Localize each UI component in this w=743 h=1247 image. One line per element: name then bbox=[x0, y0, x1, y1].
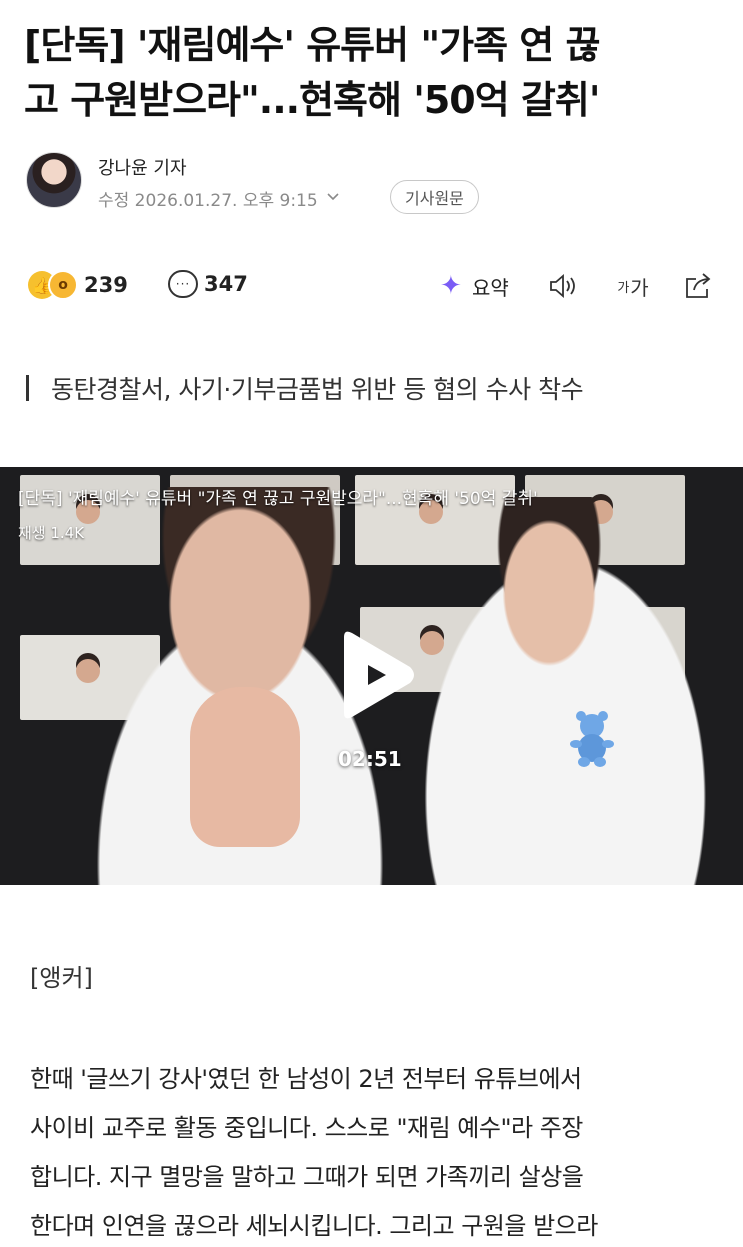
headline-line-1: [단독] '재림예수' 유튜버 "가족 연 끊 bbox=[24, 23, 600, 67]
font-size-small-label: 가 bbox=[617, 280, 630, 296]
comment-icon: ··· bbox=[168, 270, 198, 298]
article-headline: [단독] '재림예수' 유튜버 "가족 연 끊 고 구원받으라"...현혹해 '… bbox=[24, 18, 724, 128]
subheadline-bar bbox=[26, 375, 29, 401]
play-icon[interactable] bbox=[334, 629, 416, 721]
video-player[interactable]: [단독] '재림예수' 유튜버 "가족 연 끊고 구원받으라"...현혹해 '5… bbox=[0, 467, 743, 885]
headline-line-2: 고 구원받으라"...현혹해 '50억 갈취' bbox=[24, 78, 600, 122]
teddy-bear-icon bbox=[570, 711, 614, 767]
font-size-button[interactable]: 가가 bbox=[612, 270, 654, 302]
comment-count: 347 bbox=[204, 272, 248, 296]
body-line: 한다며 인연을 끊으라 세뇌시킵니다. 그리고 구원을 받으라 bbox=[30, 1212, 598, 1240]
video-view-count: 재생 1.4K bbox=[18, 524, 85, 542]
font-size-large-label: 가 bbox=[630, 275, 649, 300]
share-icon[interactable] bbox=[680, 270, 716, 302]
reporter-avatar[interactable] bbox=[26, 152, 82, 208]
anchor-label: [앵커] bbox=[30, 964, 93, 992]
reaction-button[interactable]: 👍 o 239 bbox=[28, 270, 128, 300]
reporter-name[interactable]: 강나윤 기자 bbox=[98, 154, 187, 180]
byline: 강나윤 기자 수정 2026.01.27. 오후 9:15 기사원문 bbox=[26, 152, 716, 214]
body-line: 합니다. 지구 멸망을 말하고 그때가 되면 가족끼리 살상을 bbox=[30, 1163, 584, 1191]
video-duration: 02:51 bbox=[338, 747, 402, 771]
article-toolbar: 👍 o 239 ··· 347 요약 가가 bbox=[28, 268, 718, 308]
wow-icon: o bbox=[48, 270, 78, 300]
subheadline: 동탄경찰서, 사기·기부금품법 위반 등 혐의 수사 착수 bbox=[26, 368, 584, 408]
body-line: 사이비 교주로 활동 중입니다. 스스로 "재림 예수"라 주장 bbox=[30, 1114, 583, 1142]
summary-button[interactable]: 요약 bbox=[440, 271, 509, 301]
reaction-count: 239 bbox=[84, 273, 128, 297]
clasped-hands bbox=[190, 687, 300, 847]
comment-button[interactable]: ··· 347 bbox=[168, 270, 248, 298]
original-article-button[interactable]: 기사원문 bbox=[390, 180, 479, 214]
body-line: 한때 '글쓰기 강사'였던 한 남성이 2년 전부터 유튜브에서 bbox=[30, 1065, 582, 1093]
smiling-man-figure bbox=[420, 497, 743, 885]
summary-label: 요약 bbox=[472, 276, 509, 300]
edited-timestamp[interactable]: 수정 2026.01.27. 오후 9:15 bbox=[98, 186, 340, 211]
video-title: [단독] '재림예수' 유튜버 "가족 연 끊고 구원받으라"...현혹해 '5… bbox=[18, 489, 538, 509]
speaker-icon[interactable] bbox=[546, 270, 580, 302]
sparkle-icon bbox=[440, 271, 464, 301]
chevron-down-icon bbox=[326, 191, 340, 206]
edited-label: 수정 2026.01.27. 오후 9:15 bbox=[98, 191, 318, 211]
subheadline-text: 동탄경찰서, 사기·기부금품법 위반 등 혐의 수사 착수 bbox=[51, 375, 584, 404]
article-body: 한때 '글쓰기 강사'였던 한 남성이 2년 전부터 유튜브에서 사이비 교주로… bbox=[30, 1055, 720, 1247]
